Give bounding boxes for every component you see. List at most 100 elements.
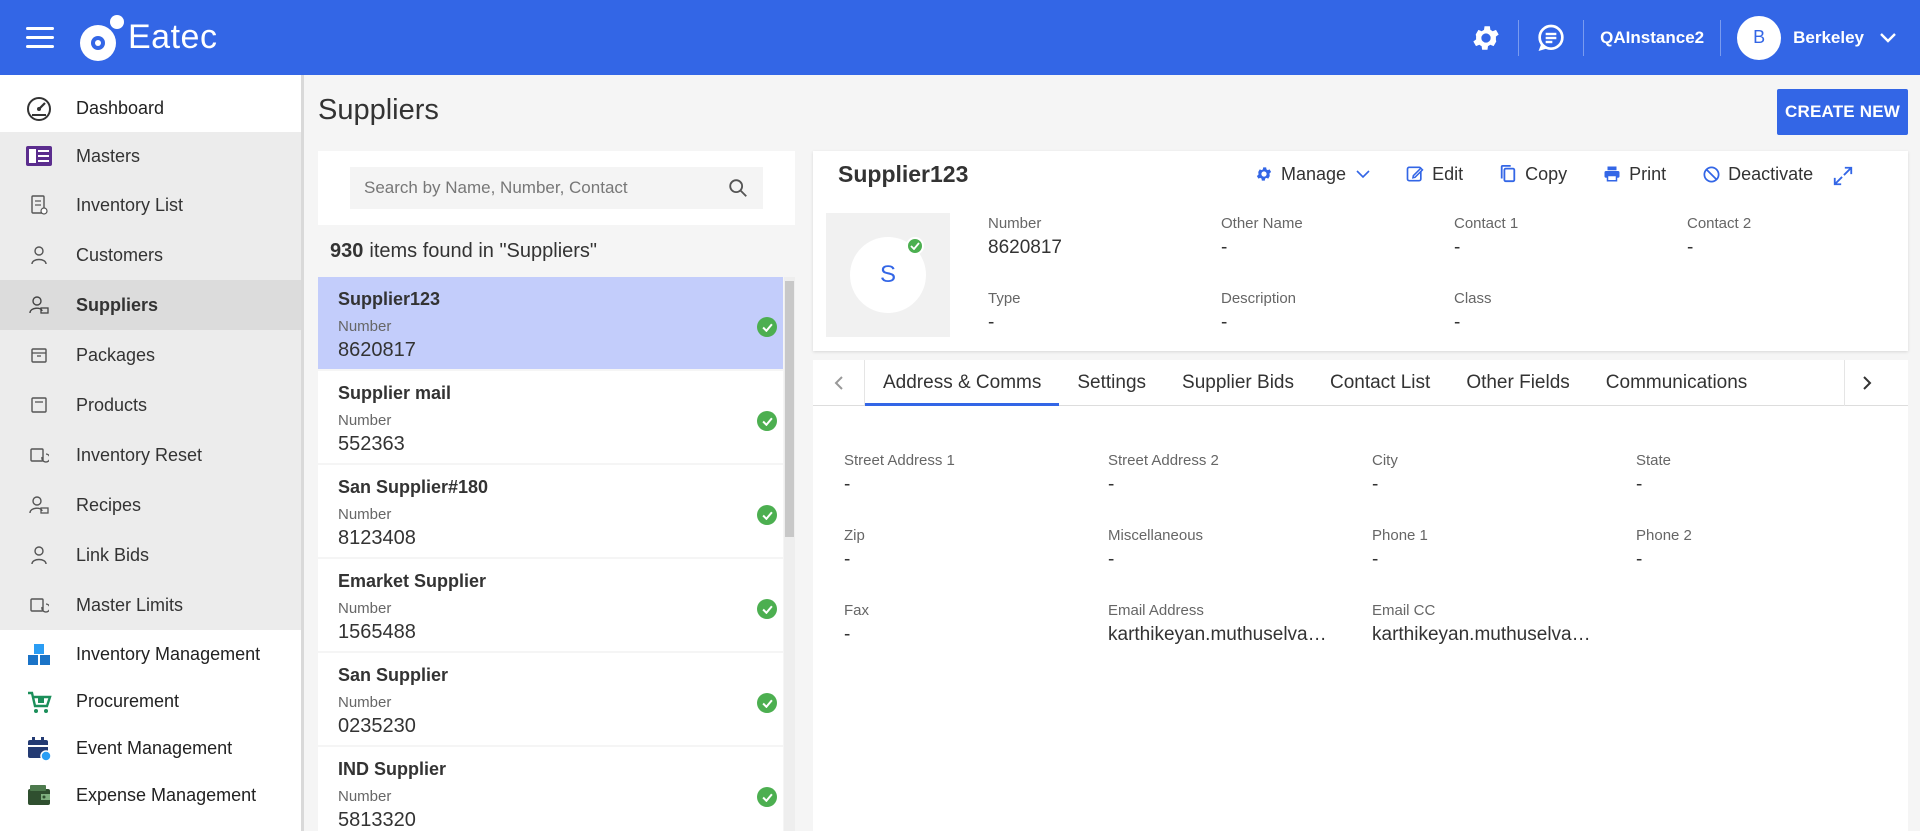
sidebar-item-label: Customers	[76, 244, 164, 265]
search-icon[interactable]	[727, 177, 749, 199]
supplier-list: Supplier123 Number 8620817 Supplier mail Num…	[318, 277, 795, 831]
sidebar-item-recipes[interactable]: Recipes	[0, 480, 301, 530]
print-label: Print	[1629, 163, 1667, 184]
field-label: Phone 1	[1372, 527, 1428, 544]
supplier-list-item[interactable]: Emarket Supplier Number 1565488	[318, 559, 783, 651]
active-check-icon	[757, 317, 777, 337]
sidebar-item-procurement[interactable]: Procurement	[0, 678, 301, 725]
supplier-detail-card: Supplier123 Manage Edit Copy Print Deact…	[813, 151, 1908, 351]
supplier-number: 8123408	[338, 527, 416, 549]
expand-icon[interactable]	[1832, 165, 1856, 189]
sidebar-item-link-bids[interactable]: Link Bids	[0, 530, 301, 580]
detail-tabs-panel: Address & Comms Settings Supplier Bids Cont…	[813, 360, 1908, 831]
results-count: 930 items found in "Suppliers"	[318, 225, 795, 277]
logo[interactable]: Eatec	[80, 12, 217, 62]
suppliers-icon	[24, 290, 54, 320]
chevron-down-icon[interactable]	[1878, 28, 1898, 48]
supplier-list-item[interactable]: IND Supplier Number 5813320	[318, 747, 783, 831]
sidebar-item-label: Products	[76, 394, 148, 415]
tab-scroll-left-button[interactable]	[813, 360, 865, 405]
field-contact-2: Contact 2 -	[1687, 215, 1907, 259]
field-other-name: Other Name -	[1221, 215, 1441, 259]
copy-button[interactable]: Copy	[1497, 163, 1567, 185]
settings-gear-icon[interactable]	[1464, 16, 1508, 60]
user-avatar[interactable]: B	[1737, 15, 1782, 60]
tab-settings[interactable]: Settings	[1059, 360, 1164, 405]
sidebar-item-products[interactable]: Products	[0, 380, 301, 430]
sidebar-item-dashboard[interactable]: Dashboard	[0, 84, 301, 132]
active-check-icon	[757, 599, 777, 619]
divider	[1518, 19, 1520, 56]
field-value: -	[988, 312, 995, 333]
supplier-list-item[interactable]: Supplier123 Number 8620817	[318, 277, 783, 369]
field-label: Contact 1	[1454, 215, 1519, 232]
inventory-reset-icon	[24, 440, 54, 470]
address-field-phone-1: Phone 1 -	[1372, 527, 1612, 571]
sidebar-item-suppliers[interactable]: Suppliers	[0, 280, 301, 330]
address-field-miscellaneous: Miscellaneous -	[1108, 527, 1348, 571]
chat-icon[interactable]	[1529, 16, 1573, 60]
supplier-number: 8620817	[338, 339, 416, 361]
sidebar-item-label: Dashboard	[76, 97, 165, 118]
divider	[1583, 19, 1585, 56]
create-new-button[interactable]: CREATE NEW	[1777, 89, 1908, 135]
field-label: Street Address 2	[1108, 452, 1219, 469]
tab-scroll-right-button[interactable]	[1844, 360, 1888, 406]
field-label: Contact 2	[1687, 215, 1752, 232]
cart-icon	[24, 687, 54, 717]
supplier-number-label: Number	[338, 506, 392, 523]
supplier-list-item[interactable]: San Supplier Number 0235230	[318, 653, 783, 745]
field-label: Email CC	[1372, 602, 1436, 619]
gear-icon	[1253, 163, 1275, 185]
top-bar: Eatec QAInstance2 B Berkeley	[0, 0, 1920, 75]
sidebar-item-inventory-list[interactable]: Inventory List	[0, 180, 301, 230]
manage-button[interactable]: Manage	[1253, 163, 1370, 185]
tab-other-fields[interactable]: Other Fields	[1448, 360, 1587, 405]
sidebar-item-label: Inventory Management	[76, 643, 261, 664]
sidebar-item-master-limits[interactable]: Master Limits	[0, 580, 301, 630]
sidebar-item-expense-management[interactable]: Expense Management	[0, 772, 301, 819]
field-value: -	[1636, 549, 1643, 570]
sidebar-item-customers[interactable]: Customers	[0, 230, 301, 280]
tab-communications[interactable]: Communications	[1588, 360, 1766, 405]
sidebar-item-packages[interactable]: Packages	[0, 330, 301, 380]
search-input[interactable]	[364, 178, 727, 198]
field-value: -	[1636, 474, 1643, 495]
menu-icon[interactable]	[26, 27, 54, 49]
tab-supplier-bids[interactable]: Supplier Bids	[1164, 360, 1312, 405]
supplier-number: 0235230	[338, 715, 416, 737]
field-label: Email Address	[1108, 602, 1204, 619]
supplier-name: Supplier123	[338, 289, 441, 309]
sidebar-item-label: Expense Management	[76, 785, 257, 805]
instance-name[interactable]: QAInstance2	[1594, 28, 1710, 48]
list-scrollbar[interactable]	[784, 277, 795, 831]
edit-button[interactable]: Edit	[1404, 163, 1463, 185]
address-field-street-address-2: Street Address 2 -	[1108, 452, 1348, 496]
supplier-list-item[interactable]: Supplier mail Number 552363	[318, 371, 783, 463]
copy-icon	[1497, 163, 1519, 185]
sidebar-item-masters[interactable]: Masters	[0, 132, 301, 180]
search-bar	[318, 151, 795, 225]
field-value: -	[844, 474, 851, 495]
deactivate-button[interactable]: Deactivate	[1700, 163, 1813, 185]
field-label: Description	[1221, 290, 1297, 307]
tab-address-comms[interactable]: Address & Comms	[865, 360, 1060, 406]
supplier-number-label: Number	[338, 788, 392, 805]
scrollbar-thumb[interactable]	[785, 281, 794, 537]
tab-contact-list[interactable]: Contact List	[1312, 360, 1448, 405]
supplier-list-item[interactable]: San Supplier#180 Number 8123408	[318, 465, 783, 557]
sidebar-item-label: Recipes	[76, 494, 142, 515]
chevron-down-icon	[1356, 169, 1370, 179]
sidebar-item-event-management[interactable]: Event Management	[0, 725, 301, 772]
sidebar-item-inventory-reset[interactable]: Inventory Reset	[0, 430, 301, 480]
block-icon	[1700, 163, 1722, 185]
field-value: -	[844, 549, 851, 570]
app-name: Eatec	[128, 17, 218, 56]
supplier-number-label: Number	[338, 318, 392, 335]
supplier-avatar-box: S	[826, 213, 950, 337]
user-name[interactable]: Berkeley	[1793, 28, 1864, 48]
field-value: karthikeyan.muthuselva…	[1372, 624, 1591, 645]
print-button[interactable]: Print	[1601, 163, 1666, 185]
master-limits-icon	[24, 590, 54, 620]
sidebar-item-inventory-management[interactable]: Inventory Management	[0, 630, 301, 678]
